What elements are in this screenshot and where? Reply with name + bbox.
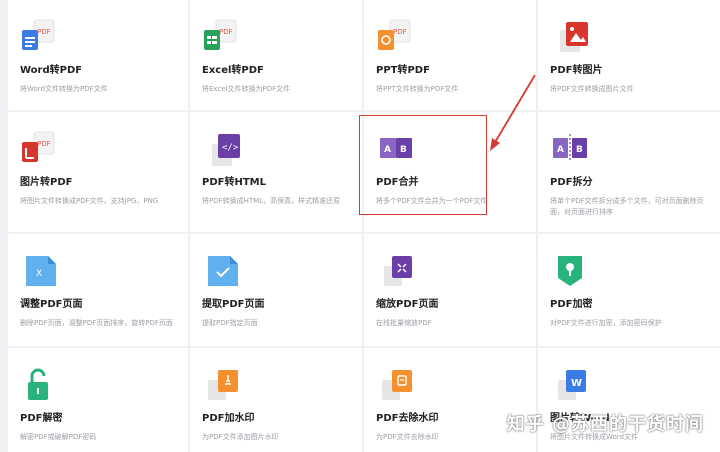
tool-pdf-add-watermark[interactable]: PDF加水印 为PDF文件添加图片水印 (190, 348, 362, 452)
pdf-to-html-icon: </> (202, 130, 242, 168)
tool-desc-line2: 面，对页面进行排序 (550, 208, 613, 216)
tool-title: PDF加水印 (202, 413, 255, 424)
tool-title: PDF转图片 (550, 65, 603, 76)
pdf-to-image-icon (550, 18, 590, 56)
tool-title: PDF解密 (20, 413, 63, 424)
tool-desc: 将Word文件转换为PDF文件 (20, 85, 108, 93)
image-to-pdf-icon: PDF (20, 130, 60, 168)
tool-desc: 提取PDF指定页面 (202, 319, 258, 327)
tool-grid: PDF Word转PDF 将Word文件转换为PDF文件 PDF Excel转P… (0, 0, 720, 452)
svg-text:B: B (400, 145, 407, 155)
tool-title: Word转PDF (20, 65, 83, 76)
pdf-encrypt-icon (550, 252, 590, 290)
tool-desc: 为PDF文件添加图片水印 (202, 433, 279, 441)
tool-title: PDF合并 (376, 177, 419, 188)
extract-pages-icon (202, 252, 242, 290)
svg-text:PDF: PDF (37, 140, 51, 148)
svg-text:W: W (571, 378, 582, 389)
svg-text:A: A (384, 145, 391, 155)
pdf-split-icon: A B (550, 130, 590, 168)
pdf-decrypt-icon (20, 366, 60, 404)
tool-desc: 在线批量缩放PDF (376, 319, 432, 327)
tool-title: 图片转PDF (20, 177, 73, 188)
tool-word-to-pdf[interactable]: PDF Word转PDF 将Word文件转换为PDF文件 (8, 0, 188, 110)
svg-text:</>: </> (222, 143, 239, 153)
tool-desc: 将图片文件转换成PDF文件，支持JPG、PNG (20, 197, 159, 205)
tool-title: 缩放PDF页面 (376, 299, 439, 310)
compress-pages-icon (376, 252, 416, 290)
tool-title: Excel转PDF (202, 65, 264, 76)
tool-desc: 解密PDF或破解PDF密码 (20, 433, 97, 441)
excel-to-pdf-icon: PDF (202, 18, 242, 56)
tool-image-to-word[interactable]: W 图片转Word 将图片文件转换成Word文件 (538, 348, 720, 452)
svg-text:PDF: PDF (37, 28, 51, 36)
tool-desc: 将单个PDF文件拆分成多个文件，可对页面删除页 (550, 197, 704, 205)
remove-watermark-icon (376, 366, 416, 404)
image-to-word-icon: W (550, 366, 590, 404)
tool-adjust-pdf-pages[interactable]: X 调整PDF页面 删除PDF页面，调整PDF页面排序，旋转PDF页面 (8, 234, 188, 346)
svg-text:X: X (36, 269, 42, 279)
tool-pdf-to-html[interactable]: </> PDF转HTML 将PDF转换成HTML，高保真，样式精准还原 (190, 112, 362, 232)
adjust-pages-icon: X (20, 252, 60, 290)
svg-text:B: B (576, 145, 583, 155)
tool-desc: 删除PDF页面，调整PDF页面排序，旋转PDF页面 (20, 319, 173, 327)
svg-text:PDF: PDF (219, 28, 233, 36)
tool-pdf-remove-watermark[interactable]: PDF去除水印 为PDF文件去除水印 (364, 348, 536, 452)
tool-pdf-decrypt[interactable]: PDF解密 解密PDF或破解PDF密码 (8, 348, 188, 452)
tool-excel-to-pdf[interactable]: PDF Excel转PDF 将Excel文件转换为PDF文件 (190, 0, 362, 110)
watermark: 知乎 @苏西的干货时间 (506, 414, 704, 435)
arrow-annotation (490, 74, 536, 151)
svg-text:PDF: PDF (393, 28, 407, 36)
tool-pdf-encrypt[interactable]: PDF加密 对PDF文件进行加密，添加密码保护 (538, 234, 720, 346)
add-watermark-icon (202, 366, 242, 404)
ppt-to-pdf-icon: PDF (376, 18, 416, 56)
tool-pdf-to-image[interactable]: PDF转图片 将PDF文件转换成图片文件 (538, 0, 720, 110)
word-to-pdf-icon: PDF (20, 18, 60, 56)
tool-desc: 将多个PDF文件合并为一个PDF文件 (376, 197, 488, 205)
tool-desc: 将PDF文件转换成图片文件 (550, 85, 634, 93)
tool-desc: 对PDF文件进行加密，添加密码保护 (550, 319, 662, 327)
tool-title: PDF转HTML (202, 177, 266, 188)
svg-text:A: A (557, 145, 564, 155)
tool-desc: 将Excel文件转换为PDF文件 (202, 85, 291, 93)
tool-title: 调整PDF页面 (20, 299, 83, 310)
tool-title: PDF拆分 (550, 177, 593, 188)
tool-pdf-split[interactable]: A B PDF拆分 将单个PDF文件拆分成多个文件，可对页面删除页 面，对页面进… (538, 112, 720, 232)
tool-desc: 将PDF转换成HTML，高保真，样式精准还原 (202, 197, 341, 205)
tool-extract-pdf-pages[interactable]: 提取PDF页面 提取PDF指定页面 (190, 234, 362, 346)
tool-compress-pdf-pages[interactable]: 缩放PDF页面 在线批量缩放PDF (364, 234, 536, 346)
tool-title: 提取PDF页面 (202, 299, 265, 310)
tool-title: PDF加密 (550, 299, 593, 310)
tool-image-to-pdf[interactable]: PDF 图片转PDF 将图片文件转换成PDF文件，支持JPG、PNG (8, 112, 188, 232)
pdf-merge-icon: A B (376, 130, 416, 168)
